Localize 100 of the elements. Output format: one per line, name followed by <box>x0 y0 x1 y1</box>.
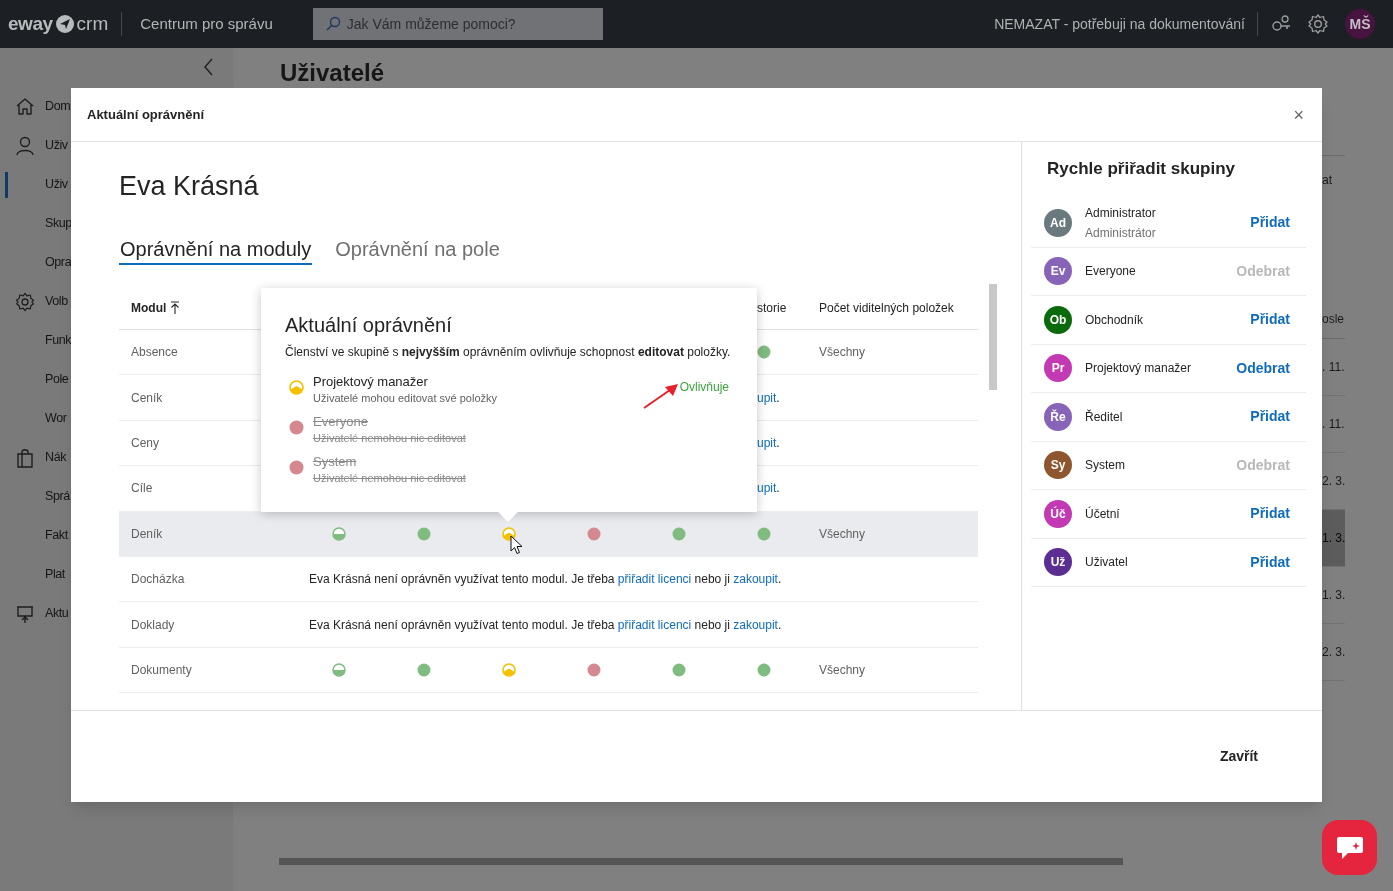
settings-icon[interactable] <box>1307 13 1329 35</box>
module-name[interactable]: Deník <box>131 526 163 541</box>
module-name[interactable]: Dokumenty <box>131 662 192 677</box>
sidebar-item[interactable]: Pole <box>45 370 69 389</box>
tab[interactable]: Oprávnění na moduly <box>119 236 313 265</box>
group-name: Projektový manažer <box>313 374 428 390</box>
dialog-title: Aktuální oprávnění <box>87 105 205 124</box>
table-cell: Všechny <box>819 662 866 677</box>
group-avatar: Pr <box>1044 354 1072 383</box>
sidebar-item[interactable]: Uživ <box>45 136 68 155</box>
scrollbar[interactable] <box>989 284 997 390</box>
group-action-button[interactable]: Přidat <box>1250 406 1290 428</box>
group-name: Everyone <box>1085 263 1137 281</box>
logo-text: eway <box>8 11 53 36</box>
column-header[interactable]: Modul <box>131 298 181 317</box>
group-avatar: Úč <box>1044 499 1072 528</box>
buy-link[interactable]: zakoupit <box>733 617 778 632</box>
sidebar-item[interactable]: Aktu <box>45 604 69 623</box>
chevron-left-icon[interactable] <box>204 58 214 76</box>
license-message: Eva Krásná není oprávněn využívat tento modul. Je třeba přiřadit licenci nebo ji zakoupit. <box>309 572 782 587</box>
module-name[interactable]: Docházka <box>131 572 185 587</box>
module-name[interactable]: Ceny <box>131 435 159 450</box>
group-avatar: Sy <box>1044 451 1072 480</box>
group-avatar: Ře <box>1044 402 1072 431</box>
close-dialog-button[interactable]: Zavřít <box>1215 746 1262 767</box>
group-name: System <box>313 454 357 470</box>
group-name: Uživatel <box>1085 554 1129 572</box>
sidebar-item[interactable]: Fakt <box>45 526 68 545</box>
environment-name: NEMAZAT - potřebuji na dokumentování <box>994 14 1245 34</box>
group-action-button[interactable]: Odebrat <box>1236 357 1290 379</box>
module-name[interactable]: Doklady <box>131 617 175 632</box>
sidebar-item[interactable]: Skup <box>45 214 72 233</box>
sidebar-item[interactable]: Nák <box>45 448 67 467</box>
group-description: Uživatelé mohou editovat své položky <box>313 391 498 406</box>
assign-license-link[interactable]: přiřadit licenci <box>617 572 692 587</box>
table-cell: Všechny <box>819 526 866 541</box>
popover-title: Aktuální oprávnění <box>285 313 453 338</box>
module-name[interactable]: Cíle <box>131 481 153 496</box>
group-action-button[interactable]: Přidat <box>1250 551 1290 573</box>
group-avatar: Ev <box>1044 257 1072 286</box>
user-avatar[interactable]: MŠ <box>1345 9 1375 39</box>
gear-icon <box>15 291 35 312</box>
search-field[interactable]: Jak Vám můžeme pomoci? <box>312 8 603 40</box>
sidebar-item[interactable]: Opra <box>45 253 72 272</box>
table-cell: 1. 3. <box>1322 510 1345 567</box>
sidebar-item[interactable]: Wor <box>45 409 67 428</box>
permission-own-icon <box>289 380 304 395</box>
group-action-button[interactable]: Přidat <box>1250 309 1290 331</box>
presentation-icon <box>15 603 35 624</box>
group-name: Everyone <box>313 414 368 430</box>
gears-key-icon[interactable] <box>1270 14 1292 34</box>
logo-icon <box>54 14 75 34</box>
group-avatar: Ad <box>1044 208 1072 237</box>
chat-icon <box>1335 834 1364 861</box>
module-name[interactable]: Absence <box>131 345 178 360</box>
page-title: Uživatelé <box>280 60 385 86</box>
sort-ascending-icon[interactable] <box>170 300 181 315</box>
sidebar-item[interactable]: Funk <box>45 331 72 350</box>
license-message: Eva Krásná není oprávněn využívat tento modul. Je třeba přiřadit licenci nebo ji zakoupit. <box>309 617 782 632</box>
sidebar-item[interactable]: Sprá <box>45 487 70 506</box>
annotation-arrow <box>643 384 678 409</box>
scrollbar[interactable] <box>279 858 1123 865</box>
sidebar-item[interactable]: Volb <box>45 292 68 311</box>
affects-label: Ovlivňuje <box>679 380 729 394</box>
app-title: Centrum pro správu <box>140 13 273 34</box>
tab[interactable]: Oprávnění na pole <box>334 236 501 265</box>
group-name: Administrator <box>1085 204 1157 222</box>
group-avatar: Ob <box>1044 305 1072 334</box>
bag-icon <box>15 447 35 468</box>
column-header[interactable]: Počet viditelných položek <box>819 298 954 317</box>
sidebar-item[interactable]: Plat <box>45 565 65 584</box>
group-name: Účetní <box>1085 505 1121 523</box>
group-avatar: Už <box>1044 548 1072 577</box>
table-cell: Všechny <box>819 345 866 360</box>
sidebar-item[interactable]: Dom <box>45 97 71 116</box>
license-message: upit. <box>757 390 780 405</box>
group-name: Ředitel <box>1085 408 1124 426</box>
group-action-button[interactable]: Přidat <box>1250 503 1290 525</box>
permission-denied-icon <box>289 420 304 435</box>
group-description: Uživatelé nemohou nic editovat <box>313 471 466 486</box>
logo-text: crm <box>76 11 109 36</box>
group-description: Uživatelé nemohou nic editovat <box>313 431 466 446</box>
close-button[interactable]: × <box>1291 105 1306 124</box>
group-name: System <box>1085 457 1126 475</box>
group-action-button[interactable]: Přidat <box>1250 212 1290 234</box>
group-name: Projektový manažer <box>1085 360 1193 378</box>
cursor-icon <box>510 535 524 555</box>
sidebar-item[interactable]: Uživ <box>45 175 68 194</box>
column-header[interactable]: storie <box>757 298 787 317</box>
assign-license-link[interactable]: přiřadit licenci <box>617 617 692 632</box>
buy-link[interactable]: zakoupit <box>733 572 778 587</box>
popover-description: Členství ve skupině s nejvyšším oprávněním ovlivňuje schopnost editovat položky. <box>285 343 729 361</box>
person-icon <box>15 135 35 156</box>
search-icon <box>324 16 341 32</box>
license-message: upit. <box>757 435 780 450</box>
home-icon <box>15 96 35 117</box>
module-name[interactable]: Ceník <box>131 390 163 405</box>
panel-title: Rychle přiřadit skupiny <box>1047 158 1236 180</box>
chat-button[interactable] <box>1322 820 1377 875</box>
user-name: Eva Krásná <box>119 170 260 202</box>
